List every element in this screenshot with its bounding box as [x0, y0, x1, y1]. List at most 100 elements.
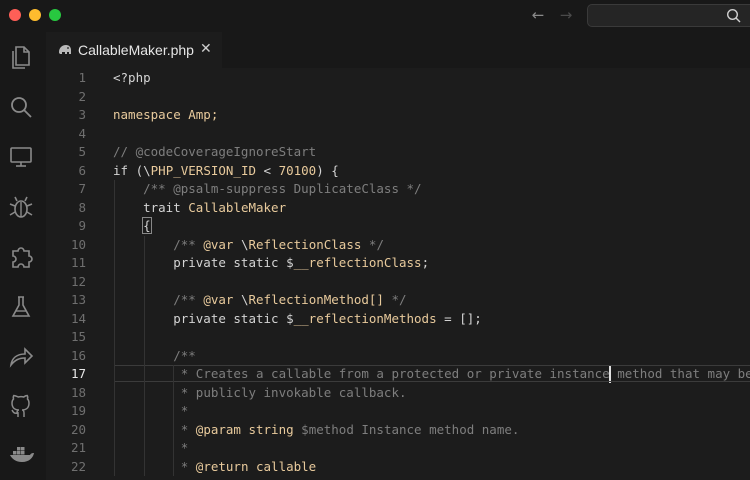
- share-arrow-icon[interactable]: [7, 343, 35, 371]
- code-line[interactable]: 17 * Creates a callable from a protected…: [46, 365, 750, 383]
- command-search-input[interactable]: [587, 4, 750, 27]
- monitor-icon[interactable]: [7, 143, 35, 171]
- code-token: PHP_VERSION_ID: [150, 162, 256, 178]
- code-line[interactable]: 5 // @codeCoverageIgnoreStart: [46, 143, 750, 161]
- line-number: 5: [78, 144, 86, 159]
- forward-arrow-icon[interactable]: →: [556, 5, 576, 25]
- code-token: @param string: [195, 421, 294, 437]
- code-text: /** @psalm-suppress DuplicateClass */: [113, 180, 422, 198]
- code-line[interactable]: 19 *: [46, 402, 750, 420]
- code-line[interactable]: 20 * @param string $method Instance meth…: [46, 421, 750, 439]
- code-text: // @codeCoverageIgnoreStart: [113, 143, 316, 161]
- code-line[interactable]: 10 /** @var \ReflectionClass */: [46, 236, 750, 254]
- code-line[interactable]: 11 private static $__reflectionClass;: [46, 254, 750, 272]
- code-text: <?php: [113, 69, 151, 87]
- line-number: 8: [78, 199, 86, 215]
- code-token: *: [173, 421, 196, 437]
- tab-bar: CallableMaker.php ✕: [46, 32, 750, 68]
- code-token: \: [233, 292, 249, 307]
- matched-bracket: {: [142, 217, 152, 234]
- line-number: 9: [78, 218, 86, 233]
- code-token: <?php: [113, 70, 151, 85]
- code-line[interactable]: 18 * publicly invokable callback.: [46, 384, 750, 402]
- code-text: namespace Amp;: [113, 106, 218, 124]
- code-token: // @codeCoverageIgnoreStart: [113, 144, 317, 159]
- line-number: 15: [70, 329, 86, 344]
- code-line[interactable]: 3 namespace Amp;: [46, 106, 750, 124]
- code-token: __reflectionMethods: [293, 310, 437, 326]
- line-number: 12: [70, 273, 86, 289]
- line-number: 4: [78, 125, 86, 141]
- code-token: */: [361, 236, 384, 252]
- line-number: 14: [70, 310, 86, 326]
- code-token: namespace Amp;: [113, 107, 219, 122]
- bug-icon[interactable]: [7, 193, 35, 221]
- code-text: trait CallableMaker: [113, 199, 286, 217]
- code-text: * Creates a callable from a protected or…: [113, 365, 750, 383]
- code-token: ReflectionMethod[]: [248, 292, 384, 307]
- code-line[interactable]: 15: [46, 328, 750, 346]
- code-line[interactable]: 4: [46, 125, 750, 143]
- close-icon[interactable]: ✕: [200, 41, 212, 57]
- search-icon[interactable]: [7, 93, 35, 121]
- line-number: 17: [70, 366, 86, 381]
- line-number: 3: [78, 107, 86, 122]
- code-text: private static $__reflectionClass;: [113, 254, 429, 272]
- files-icon[interactable]: [7, 43, 35, 71]
- code-token: ReflectionClass: [248, 236, 362, 252]
- line-number: 1: [78, 70, 86, 85]
- docker-icon[interactable]: [7, 440, 35, 468]
- code-text: if (\PHP_VERSION_ID < 70100) {: [113, 162, 339, 180]
- code-token: <: [256, 162, 279, 178]
- code-token: = [];: [436, 310, 482, 326]
- search-icon: [726, 8, 741, 23]
- github-icon[interactable]: [7, 393, 35, 421]
- line-number: 20: [70, 421, 86, 437]
- indent-guide: [173, 365, 174, 476]
- code-text: /** @var \ReflectionClass */: [113, 236, 384, 254]
- code-token: trait: [113, 199, 189, 215]
- code-token: private static $: [113, 255, 294, 270]
- code-token: @var: [203, 236, 234, 252]
- close-window-button[interactable]: [9, 9, 21, 21]
- code-line[interactable]: 21 *: [46, 439, 750, 457]
- code-line[interactable]: 14 private static $__reflectionMethods =…: [46, 310, 750, 328]
- code-line[interactable]: 8 trait CallableMaker: [46, 199, 750, 217]
- tab-label: CallableMaker.php: [78, 42, 194, 58]
- code-token: /**: [173, 347, 196, 363]
- code-line[interactable]: 6 if (\PHP_VERSION_ID < 70100) {: [46, 162, 750, 180]
- minimize-window-button[interactable]: [29, 9, 41, 21]
- activity-bar: [0, 32, 46, 480]
- code-token: ;: [421, 255, 430, 270]
- line-number: 10: [70, 236, 86, 252]
- code-token: @var: [203, 292, 234, 307]
- code-line[interactable]: 16 /**: [46, 347, 750, 365]
- code-line[interactable]: 7 /** @psalm-suppress DuplicateClass */: [46, 180, 750, 198]
- code-line[interactable]: 1 <?php: [46, 69, 750, 87]
- back-arrow-icon[interactable]: ←: [528, 5, 548, 25]
- tab-callablemaker[interactable]: CallableMaker.php ✕: [46, 32, 222, 68]
- line-number: 19: [70, 403, 86, 418]
- flask-icon[interactable]: [7, 293, 35, 321]
- code-line[interactable]: 22 * @return callable: [46, 458, 750, 476]
- line-number: 2: [78, 88, 86, 104]
- code-token: /** @psalm-suppress DuplicateClass */: [143, 181, 422, 196]
- code-token: @return callable: [195, 458, 317, 474]
- code-token: */: [383, 292, 407, 307]
- indent-guide: [144, 235, 145, 476]
- code-text: *: [113, 402, 189, 420]
- code-line[interactable]: 12: [46, 273, 750, 291]
- code-line[interactable]: 13 /** @var \ReflectionMethod[] */: [46, 291, 750, 309]
- code-text: private static $__reflectionMethods = []…: [113, 310, 482, 328]
- puzzle-icon[interactable]: [7, 243, 35, 271]
- code-line[interactable]: 2: [46, 88, 750, 106]
- code-line[interactable]: 9 {: [46, 217, 750, 235]
- code-token: private static $: [113, 310, 294, 326]
- line-number: 7: [78, 181, 86, 196]
- zoom-window-button[interactable]: [49, 9, 61, 21]
- code-editor[interactable]: 1 <?php 2 3 namespace Amp; 4 5 // @codeCoverage…: [46, 68, 750, 480]
- code-text: *: [113, 439, 189, 457]
- code-token: *: [173, 458, 196, 474]
- code-token: 70100: [278, 162, 317, 178]
- code-text: {: [113, 217, 152, 235]
